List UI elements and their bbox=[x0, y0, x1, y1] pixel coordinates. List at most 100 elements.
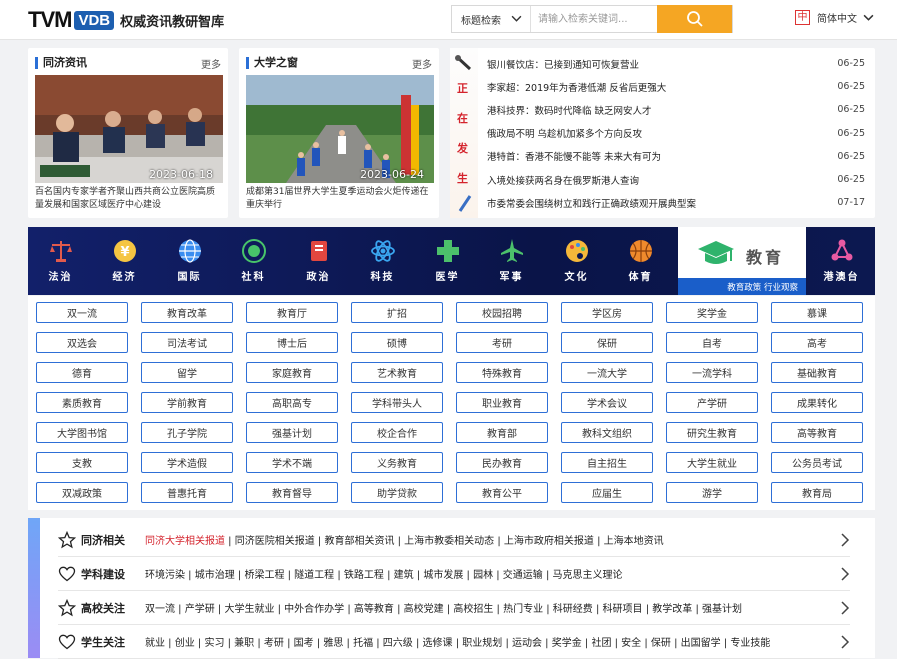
tag-button[interactable]: 高考 bbox=[771, 332, 863, 353]
category-military[interactable]: 军事 bbox=[479, 227, 544, 295]
category-economy[interactable]: ¥ 经济 bbox=[92, 227, 157, 295]
news-caption[interactable]: 成都第31届世界大学生夏季运动会火炬传递在重庆举行 bbox=[246, 186, 432, 212]
tag-button[interactable]: 奖学金 bbox=[666, 302, 758, 323]
tag-button[interactable]: 慕课 bbox=[771, 302, 863, 323]
list-item[interactable]: 俄政局不明 乌趁机加紧多个方向反攻 06-25 bbox=[487, 122, 865, 145]
tag-button[interactable]: 保研 bbox=[561, 332, 653, 353]
tag-button[interactable]: 学区房 bbox=[561, 302, 653, 323]
language-switcher[interactable]: 中 简体中文 bbox=[795, 10, 874, 25]
search-type-select[interactable]: 标题检索 bbox=[452, 6, 532, 32]
tag-button[interactable]: 强基计划 bbox=[246, 422, 338, 443]
tag-button[interactable]: 产学研 bbox=[666, 392, 758, 413]
tag-button[interactable]: 助学贷款 bbox=[351, 482, 443, 503]
chevron-right-icon[interactable] bbox=[840, 567, 850, 581]
list-item[interactable]: 市委常委会围绕树立和践行正确政绩观开展典型案 07-17 bbox=[487, 191, 865, 214]
tag-button[interactable]: 孔子学院 bbox=[141, 422, 233, 443]
tag-button[interactable]: 大学图书馆 bbox=[36, 422, 128, 443]
tag-button[interactable]: 教育督导 bbox=[246, 482, 338, 503]
tag-button[interactable]: 研究生教育 bbox=[666, 422, 758, 443]
tag-button[interactable]: 高等教育 bbox=[771, 422, 863, 443]
category-sports[interactable]: 体育 bbox=[608, 227, 673, 295]
chevron-right-icon[interactable] bbox=[840, 601, 850, 615]
topic-highlight-link[interactable]: 同济大学相关报道 bbox=[145, 536, 225, 547]
tag-button[interactable]: 校企合作 bbox=[351, 422, 443, 443]
tag-button[interactable]: 学前教育 bbox=[141, 392, 233, 413]
tag-button[interactable]: 教育部 bbox=[456, 422, 548, 443]
category-law[interactable]: 法治 bbox=[28, 227, 93, 295]
topic-link-list[interactable]: | 同济医院相关报道 | 教育部相关资讯 | 上海市教委相关动态 | 上海市政府… bbox=[225, 536, 663, 547]
topic-accent-strip bbox=[28, 518, 40, 658]
more-link[interactable]: 更多 bbox=[201, 56, 221, 71]
category-education[interactable]: 教育 教育政策 行业观察 bbox=[678, 227, 806, 295]
tag-button[interactable]: 教育改革 bbox=[141, 302, 233, 323]
tag-button[interactable]: 民办教育 bbox=[456, 452, 548, 473]
category-culture[interactable]: 文化 bbox=[544, 227, 609, 295]
category-social-science[interactable]: 社科 bbox=[221, 227, 286, 295]
tag-button[interactable]: 支教 bbox=[36, 452, 128, 473]
search-button[interactable] bbox=[657, 5, 732, 33]
category-technology[interactable]: 科技 bbox=[350, 227, 415, 295]
list-item[interactable]: 银川餐饮店：已接到通知可恢复营业 06-25 bbox=[487, 52, 865, 75]
list-item[interactable]: 港特首：香港不能慢不能等 未来大有可为 06-25 bbox=[487, 145, 865, 168]
chevron-right-icon[interactable] bbox=[840, 635, 850, 649]
tag-button[interactable]: 双选会 bbox=[36, 332, 128, 353]
tag-button[interactable]: 双减政策 bbox=[36, 482, 128, 503]
tag-button[interactable]: 大学生就业 bbox=[666, 452, 758, 473]
tag-button[interactable]: 普惠托育 bbox=[141, 482, 233, 503]
tag-button[interactable]: 学术造假 bbox=[141, 452, 233, 473]
tag-button[interactable]: 教育厅 bbox=[246, 302, 338, 323]
tag-button[interactable]: 成果转化 bbox=[771, 392, 863, 413]
tag-button[interactable]: 自主招生 bbox=[561, 452, 653, 473]
tag-button[interactable]: 考研 bbox=[456, 332, 548, 353]
tag-button[interactable]: 硕博 bbox=[351, 332, 443, 353]
tag-button[interactable]: 一流大学 bbox=[561, 362, 653, 383]
tag-button[interactable]: 应届生 bbox=[561, 482, 653, 503]
tag-button[interactable]: 扩招 bbox=[351, 302, 443, 323]
list-item[interactable]: 港科技界：数码时代降临 缺乏网安人才 06-25 bbox=[487, 98, 865, 121]
tag-button[interactable]: 教育局 bbox=[771, 482, 863, 503]
category-international[interactable]: 国际 bbox=[157, 227, 222, 295]
tag-button[interactable]: 基础教育 bbox=[771, 362, 863, 383]
tag-button[interactable]: 学术不端 bbox=[246, 452, 338, 473]
tag-button[interactable]: 职业教育 bbox=[456, 392, 548, 413]
tag-button[interactable]: 特殊教育 bbox=[456, 362, 548, 383]
topic-link-list[interactable]: 双一流 | 产学研 | 大学生就业 | 中外合作办学 | 高等教育 | 高校党建… bbox=[145, 600, 825, 615]
topic-row: 学科建设 环境污染 | 城市治理 | 桥梁工程 | 隧道工程 | 铁路工程 | … bbox=[58, 557, 850, 591]
tag-button[interactable]: 义务教育 bbox=[351, 452, 443, 473]
topic-link-list[interactable]: 就业 | 创业 | 实习 | 兼职 | 考研 | 国考 | 雅思 | 托福 | … bbox=[145, 634, 825, 649]
tag-button[interactable]: 家庭教育 bbox=[246, 362, 338, 383]
chevron-right-icon[interactable] bbox=[840, 533, 850, 547]
category-politics[interactable]: 政治 bbox=[286, 227, 351, 295]
list-item[interactable]: 李家超：2019年为香港低潮 反省后更强大 06-25 bbox=[487, 75, 865, 98]
search-input[interactable] bbox=[531, 6, 658, 32]
tag-button[interactable]: 教育公平 bbox=[456, 482, 548, 503]
tag-button[interactable]: 校园招聘 bbox=[456, 302, 548, 323]
tag-button[interactable]: 游学 bbox=[666, 482, 758, 503]
tag-button[interactable]: 素质教育 bbox=[36, 392, 128, 413]
category-medicine[interactable]: 医学 bbox=[415, 227, 480, 295]
category-label: 科技 bbox=[370, 272, 395, 283]
topic-link-list[interactable]: 环境污染 | 城市治理 | 桥梁工程 | 隧道工程 | 铁路工程 | 建筑 | … bbox=[145, 566, 825, 581]
tag-button[interactable]: 博士后 bbox=[246, 332, 338, 353]
tag-button[interactable]: 司法考试 bbox=[141, 332, 233, 353]
tag-button[interactable]: 教科文组织 bbox=[561, 422, 653, 443]
site-logo[interactable]: TVM VDB 权威资讯教研智库 bbox=[28, 7, 224, 33]
news-photo[interactable]: 2023-06-18 bbox=[35, 75, 223, 183]
tag-button[interactable]: 自考 bbox=[666, 332, 758, 353]
tag-button[interactable]: 学科带头人 bbox=[351, 392, 443, 413]
list-item[interactable]: 入境处接获两名身在俄罗斯港人查询 06-25 bbox=[487, 168, 865, 191]
tag-button[interactable]: 高职高专 bbox=[246, 392, 338, 413]
topic-links[interactable]: 同济大学相关报道 | 同济医院相关报道 | 教育部相关资讯 | 上海市教委相关动… bbox=[145, 532, 825, 547]
news-caption[interactable]: 百名国内专家学者齐聚山西共商公立医院高质量发展和国家区域医疗中心建设 bbox=[35, 186, 221, 212]
tag-button[interactable]: 公务员考试 bbox=[771, 452, 863, 473]
tag-button[interactable]: 德育 bbox=[36, 362, 128, 383]
category-hk-macau-taiwan[interactable]: 港澳台 bbox=[809, 227, 874, 295]
education-tag-grid: 双一流 教育改革 教育厅 扩招 校园招聘 学区房 奖学金 慕课双选会 司法考试 博士后 硕博 考研 保研… bbox=[28, 296, 875, 510]
tag-button[interactable]: 双一流 bbox=[36, 302, 128, 323]
news-photo[interactable]: 2023-06-24 bbox=[246, 75, 434, 183]
tag-button[interactable]: 艺术教育 bbox=[351, 362, 443, 383]
more-link[interactable]: 更多 bbox=[412, 56, 432, 71]
tag-button[interactable]: 一流学科 bbox=[666, 362, 758, 383]
tag-button[interactable]: 留学 bbox=[141, 362, 233, 383]
tag-button[interactable]: 学术会议 bbox=[561, 392, 653, 413]
